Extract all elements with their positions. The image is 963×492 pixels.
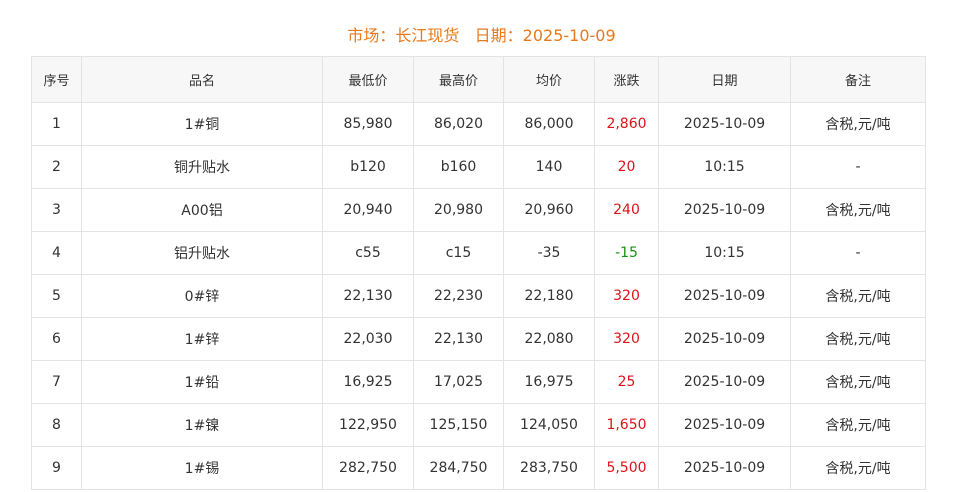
table-row: 9 1#锡 282,750 284,750 283,750 5,500 2025-10-09…: [31, 446, 926, 490]
price-table: 序号 品名 最低价 最高价 均价 涨跌 日期 备注 1 1#铜 85,980 86,0…: [31, 56, 926, 490]
column-header-low: 最低价: [322, 56, 414, 103]
cell-high: 125,150: [413, 403, 504, 447]
cell-date: 2025-10-09: [658, 317, 791, 361]
cell-name: A00铝: [81, 188, 323, 232]
cell-avg: 22,180: [503, 274, 595, 318]
cell-low: 122,950: [322, 403, 414, 447]
cell-date: 2025-10-09: [658, 403, 791, 447]
cell-change: 20: [594, 145, 659, 189]
cell-no: 2: [31, 145, 82, 189]
cell-date: 10:15: [658, 145, 791, 189]
cell-high: b160: [413, 145, 504, 189]
cell-note: 含税,元/吨: [790, 102, 926, 146]
cell-note: 含税,元/吨: [790, 274, 926, 318]
cell-date: 2025-10-09: [658, 360, 791, 404]
cell-avg: 140: [503, 145, 595, 189]
cell-no: 1: [31, 102, 82, 146]
cell-date: 2025-10-09: [658, 274, 791, 318]
cell-low: 85,980: [322, 102, 414, 146]
cell-high: 86,020: [413, 102, 504, 146]
column-header-high: 最高价: [413, 56, 504, 103]
column-header-no: 序号: [31, 56, 82, 103]
table-row: 1 1#铜 85,980 86,020 86,000 2,860 2025-10-09 含税,…: [31, 102, 926, 146]
cell-low: 282,750: [322, 446, 414, 490]
market-label: 市场：: [347, 26, 396, 45]
cell-no: 8: [31, 403, 82, 447]
cell-low: 16,925: [322, 360, 414, 404]
cell-note: -: [790, 231, 926, 275]
table-row: 3 A00铝 20,940 20,980 20,960 240 2025-10-09 含税,元…: [31, 188, 926, 232]
table-header: 序号 品名 最低价 最高价 均价 涨跌 日期 备注: [31, 56, 926, 103]
column-header-note: 备注: [790, 56, 926, 103]
cell-avg: 20,960: [503, 188, 595, 232]
cell-high: c15: [413, 231, 504, 275]
date-label: 日期：: [474, 26, 523, 45]
cell-change: 320: [594, 274, 659, 318]
table-body: 1 1#铜 85,980 86,020 86,000 2,860 2025-10-09 含税,…: [31, 102, 926, 490]
cell-change: 2,860: [594, 102, 659, 146]
cell-date: 10:15: [658, 231, 791, 275]
cell-date: 2025-10-09: [658, 102, 791, 146]
cell-no: 6: [31, 317, 82, 361]
table-row: 6 1#锌 22,030 22,130 22,080 320 2025-10-09 含税,元/…: [31, 317, 926, 361]
cell-name: 1#镍: [81, 403, 323, 447]
cell-note: 含税,元/吨: [790, 188, 926, 232]
cell-name: 铜升贴水: [81, 145, 323, 189]
market-value: 长江现货: [395, 26, 460, 45]
market-date-header: 市场：长江现货 日期：2025-10-09: [0, 24, 963, 48]
cell-avg: 283,750: [503, 446, 595, 490]
cell-change: 320: [594, 317, 659, 361]
column-header-change: 涨跌: [594, 56, 659, 103]
table-row: 8 1#镍 122,950 125,150 124,050 1,650 2025-10-09…: [31, 403, 926, 447]
header-row: 序号 品名 最低价 最高价 均价 涨跌 日期 备注: [31, 56, 926, 103]
cell-note: -: [790, 145, 926, 189]
cell-date: 2025-10-09: [658, 446, 791, 490]
cell-avg: -35: [503, 231, 595, 275]
cell-name: 1#铜: [81, 102, 323, 146]
cell-no: 3: [31, 188, 82, 232]
cell-avg: 22,080: [503, 317, 595, 361]
table-row: 4 铝升贴水 c55 c15 -35 -15 10:15-: [31, 231, 926, 275]
cell-low: 20,940: [322, 188, 414, 232]
cell-high: 22,130: [413, 317, 504, 361]
cell-note: 含税,元/吨: [790, 403, 926, 447]
cell-no: 7: [31, 360, 82, 404]
cell-avg: 124,050: [503, 403, 595, 447]
cell-name: 1#锡: [81, 446, 323, 490]
cell-low: c55: [322, 231, 414, 275]
cell-avg: 86,000: [503, 102, 595, 146]
cell-high: 284,750: [413, 446, 504, 490]
header-spacer: [459, 26, 474, 45]
cell-name: 铝升贴水: [81, 231, 323, 275]
table-row: 2 铜升贴水 b120 b160 140 20 10:15-: [31, 145, 926, 189]
cell-low: 22,030: [322, 317, 414, 361]
cell-low: b120: [322, 145, 414, 189]
table-row: 5 0#锌 22,130 22,230 22,180 320 2025-10-09 含税,元/…: [31, 274, 926, 318]
cell-note: 含税,元/吨: [790, 446, 926, 490]
cell-avg: 16,975: [503, 360, 595, 404]
cell-name: 0#锌: [81, 274, 323, 318]
cell-no: 9: [31, 446, 82, 490]
cell-change: 240: [594, 188, 659, 232]
cell-name: 1#锌: [81, 317, 323, 361]
cell-high: 20,980: [413, 188, 504, 232]
cell-low: 22,130: [322, 274, 414, 318]
cell-no: 5: [31, 274, 82, 318]
cell-change: 25: [594, 360, 659, 404]
cell-no: 4: [31, 231, 82, 275]
cell-date: 2025-10-09: [658, 188, 791, 232]
cell-change: -15: [594, 231, 659, 275]
column-header-name: 品名: [81, 56, 323, 103]
cell-change: 5,500: [594, 446, 659, 490]
cell-high: 17,025: [413, 360, 504, 404]
cell-change: 1,650: [594, 403, 659, 447]
cell-note: 含税,元/吨: [790, 360, 926, 404]
column-header-date: 日期: [658, 56, 791, 103]
date-value: 2025-10-09: [522, 26, 616, 45]
table-row: 7 1#铅 16,925 17,025 16,975 25 2025-10-09 含税,元/吨: [31, 360, 926, 404]
cell-name: 1#铅: [81, 360, 323, 404]
cell-note: 含税,元/吨: [790, 317, 926, 361]
cell-high: 22,230: [413, 274, 504, 318]
column-header-avg: 均价: [503, 56, 595, 103]
